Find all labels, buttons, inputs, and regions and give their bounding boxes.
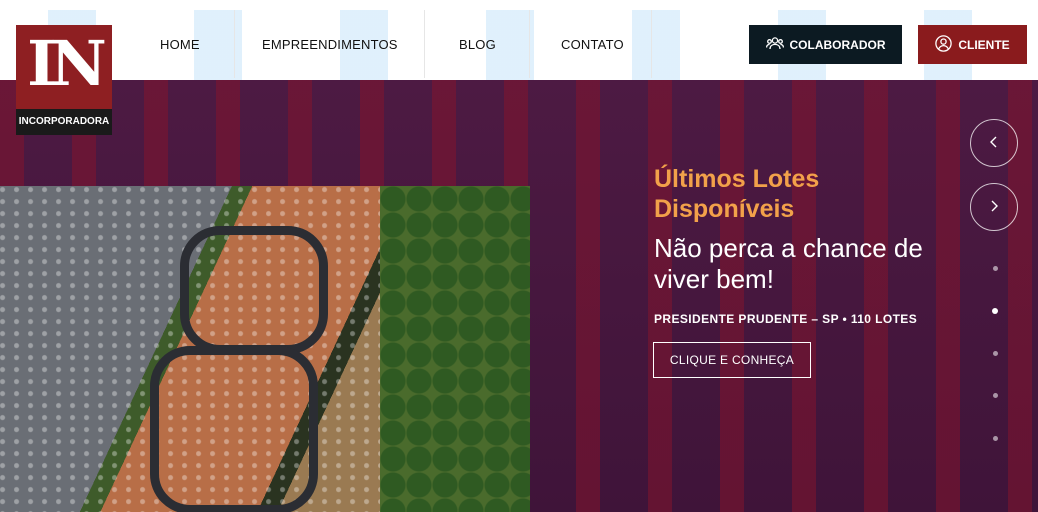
hero-location: PRESIDENTE PRUDENTE – SP • 110 LOTES — [654, 312, 918, 326]
site-header: HOME EMPREENDIMENTOS BLOG CONTATO COLABO… — [0, 0, 1038, 80]
logo-mark: IN — [16, 25, 112, 109]
colaborador-label: COLABORADOR — [789, 37, 886, 52]
logo[interactable]: IN INCORPORADORA — [16, 25, 112, 135]
nav-divider — [424, 10, 425, 78]
user-icon — [935, 34, 953, 55]
users-icon — [765, 36, 784, 53]
slider-dot[interactable] — [993, 436, 998, 441]
slider-dot-active[interactable] — [992, 308, 998, 314]
nav-divider — [529, 10, 530, 78]
nav-contato[interactable]: CONTATO — [561, 37, 624, 52]
nav-empreendimentos[interactable]: EMPREENDIMENTOS — [262, 37, 398, 52]
nav-divider — [234, 10, 235, 78]
photo-road — [180, 226, 328, 354]
hero-title: Últimos Lotes Disponíveis — [654, 165, 820, 223]
cliente-button[interactable]: CLIENTE — [918, 25, 1027, 64]
slider-dot[interactable] — [993, 393, 998, 398]
slider-next-button[interactable] — [970, 183, 1018, 231]
nav-divider — [651, 10, 652, 78]
photo-trees — [380, 186, 530, 512]
logo-letters: IN — [27, 27, 107, 100]
hero-aerial-photo — [0, 186, 530, 512]
hero-subtitle: Não perca a chance de viver bem! — [654, 233, 923, 294]
slider-dot[interactable] — [993, 351, 998, 356]
chevron-left-icon — [989, 133, 999, 154]
photo-road — [150, 346, 318, 512]
hero-cta-button[interactable]: CLIQUE E CONHEÇA — [653, 342, 811, 378]
logo-tagline: INCORPORADORA — [16, 109, 112, 135]
cliente-label: CLIENTE — [958, 37, 1010, 52]
nav-blog[interactable]: BLOG — [459, 37, 496, 52]
chevron-right-icon — [989, 197, 999, 218]
slider-dot[interactable] — [993, 266, 998, 271]
colaborador-button[interactable]: COLABORADOR — [749, 25, 902, 64]
slider-prev-button[interactable] — [970, 119, 1018, 167]
nav-home[interactable]: HOME — [160, 37, 200, 52]
